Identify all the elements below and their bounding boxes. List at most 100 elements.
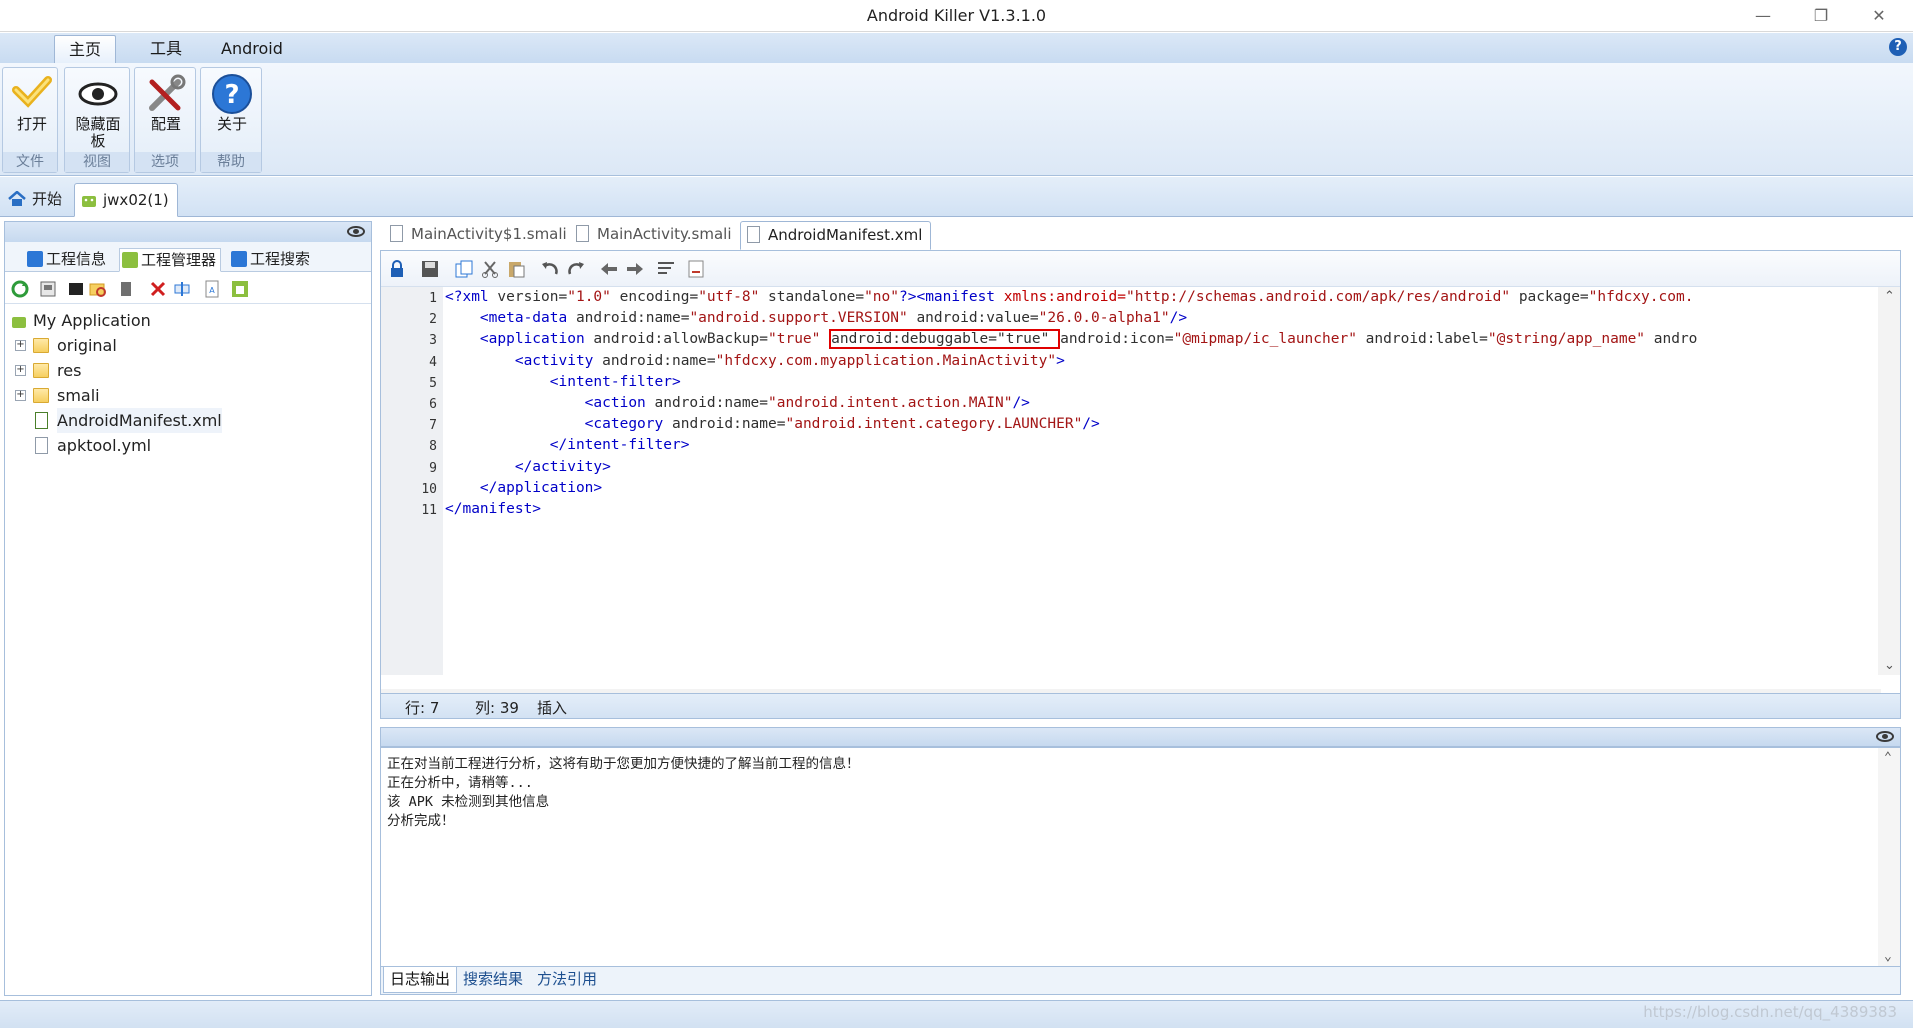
code-token: android:icon= — [1060, 331, 1174, 348]
debuggable-highlight: android:debuggable="true" — [829, 329, 1061, 350]
code-token: "true" — [768, 331, 830, 348]
word-wrap-icon[interactable] — [657, 260, 677, 278]
restore-button[interactable]: ❐ — [1798, 2, 1844, 30]
tools-icon — [144, 72, 188, 116]
rename-icon[interactable] — [173, 280, 191, 298]
tab-tools[interactable]: 工具 — [136, 35, 196, 63]
tab-android[interactable]: Android — [207, 35, 297, 63]
tree-item-original[interactable]: + original — [5, 333, 371, 358]
minimize-button[interactable]: — — [1740, 2, 1786, 30]
hide-panel-button[interactable]: 隐藏面板 — [69, 70, 127, 152]
android-manager-icon — [122, 252, 138, 268]
help-icon[interactable]: ? — [1889, 38, 1907, 56]
tree-item-res[interactable]: + res — [5, 358, 371, 383]
scroll-down-icon[interactable]: ⌄ — [1884, 658, 1895, 673]
code-area[interactable]: <?xml version="1.0" encoding="utf-8" sta… — [445, 287, 1872, 675]
open-dir-icon[interactable] — [89, 280, 107, 298]
line-number: 11 — [421, 503, 437, 518]
scroll-up-icon[interactable]: ⌃ — [1884, 289, 1895, 304]
group-label-file: 文件 — [3, 152, 57, 172]
line-number: 4 — [429, 354, 437, 370]
toggle-panel-eye-icon[interactable] — [347, 226, 365, 237]
tab-search-results[interactable]: 搜索结果 — [457, 967, 529, 993]
tab-project-search[interactable]: 工程搜索 — [229, 248, 314, 272]
log-scrollbar[interactable]: ⌃ ⌄ — [1878, 748, 1900, 966]
code-line: </activity> — [445, 457, 611, 478]
compile-icon[interactable] — [39, 280, 57, 298]
book-icon[interactable] — [117, 280, 135, 298]
terminal-icon[interactable] — [67, 280, 85, 298]
tab-log-output[interactable]: 日志输出 — [383, 967, 458, 993]
paste-icon[interactable] — [507, 260, 525, 278]
svg-text:A: A — [209, 286, 215, 295]
scroll-down-icon[interactable]: ⌄ — [1884, 949, 1892, 964]
tab-mainactivity-smali[interactable]: MainActivity.smali — [570, 221, 740, 250]
tab-home[interactable]: 主页 — [54, 35, 117, 63]
line-number: 5 — [429, 375, 437, 391]
config-button[interactable]: 配置 — [137, 70, 195, 152]
svg-text:?: ? — [224, 80, 239, 110]
code-line: <intent-filter> — [445, 372, 681, 393]
tree-item-smali[interactable]: + smali — [5, 383, 371, 408]
left-panel-header — [5, 222, 371, 242]
file-icon — [576, 225, 589, 242]
close-button[interactable]: ✕ — [1856, 2, 1902, 30]
tree-item-apktool[interactable]: apktool.yml — [5, 433, 371, 458]
tree-item-label: AndroidManifest.xml — [57, 408, 222, 433]
android-build-icon[interactable] — [231, 280, 249, 298]
project-panel: 工程信息 工程管理器 工程搜索 A My Application + origi… — [4, 221, 372, 996]
tab-project-search-label: 工程搜索 — [250, 250, 311, 268]
save-icon[interactable] — [421, 260, 439, 278]
toggle-log-eye-icon[interactable] — [1876, 731, 1894, 742]
log-line: 正在分析中，请稍等... — [387, 775, 533, 791]
tab-project-manager-label: 工程管理器 — [141, 251, 217, 269]
forward-arrow-icon[interactable] — [625, 260, 645, 278]
expand-icon[interactable]: + — [15, 365, 26, 376]
code-line: </manifest> — [445, 499, 541, 520]
open-button[interactable]: 打开 — [3, 70, 61, 152]
code-token: android:label= — [1365, 331, 1488, 348]
code-token: "http://schemas.android.com/apk/res/andr… — [1125, 289, 1519, 305]
tree-root[interactable]: My Application — [5, 308, 371, 333]
home-icon — [8, 186, 26, 218]
tab-start[interactable]: 开始 — [2, 183, 70, 217]
tab-mainactivity1-smali[interactable]: MainActivity$1.smali — [384, 221, 575, 250]
vertical-scrollbar[interactable]: ⌃ ⌄ — [1878, 287, 1900, 675]
tab-android-manifest[interactable]: AndroidManifest.xml — [740, 221, 932, 250]
tab-label: AndroidManifest.xml — [768, 226, 923, 244]
line-number: 6 — [429, 397, 437, 412]
text-file-icon[interactable]: A — [203, 280, 221, 298]
undo-icon[interactable] — [541, 260, 559, 278]
tab-project-manager[interactable]: 工程管理器 — [119, 248, 222, 272]
delete-icon[interactable] — [149, 280, 167, 298]
project-tabs: 工程信息 工程管理器 工程搜索 — [5, 242, 371, 272]
tab-method-refs[interactable]: 方法引用 — [531, 967, 603, 993]
tab-project[interactable]: jwx02(1) — [74, 183, 178, 217]
scroll-up-icon[interactable]: ⌃ — [1884, 750, 1892, 765]
redo-icon[interactable] — [567, 260, 585, 278]
code-token: <intent-filter> — [445, 373, 681, 390]
code-token: android:allowBackup= — [593, 331, 769, 348]
back-arrow-icon[interactable] — [599, 260, 619, 278]
copy-icon[interactable] — [455, 260, 473, 278]
line-number: 9 — [429, 460, 437, 476]
code-token: /> — [1169, 310, 1188, 327]
code-editor: 1 2 3 4 5 6 7 8 9 10 11 <?xml version="1.0" encodi… — [380, 250, 1901, 712]
code-token: <activity — [445, 352, 603, 369]
about-button[interactable]: ? 关于 — [203, 70, 261, 152]
tree-item-manifest[interactable]: AndroidManifest.xml — [5, 408, 371, 433]
code-token: </manifest> — [445, 501, 542, 517]
refresh-icon[interactable] — [11, 280, 29, 298]
expand-icon[interactable]: + — [15, 340, 26, 351]
cut-icon[interactable] — [481, 260, 499, 278]
code-token: "hfdcxy.com.myapplication.MainActivity" — [715, 352, 1057, 369]
document-tab-bar: 开始 jwx02(1) — [0, 177, 1913, 217]
java-icon[interactable] — [687, 260, 705, 278]
expand-icon[interactable]: + — [15, 390, 26, 401]
tree-item-label: res — [57, 361, 82, 380]
tab-project-info[interactable]: 工程信息 — [25, 248, 110, 272]
question-icon: ? — [210, 72, 254, 116]
code-token: <application — [445, 331, 594, 348]
status-bar: https://blog.csdn.net/qq_4389383 — [0, 1000, 1913, 1028]
lock-icon[interactable] — [389, 260, 405, 278]
